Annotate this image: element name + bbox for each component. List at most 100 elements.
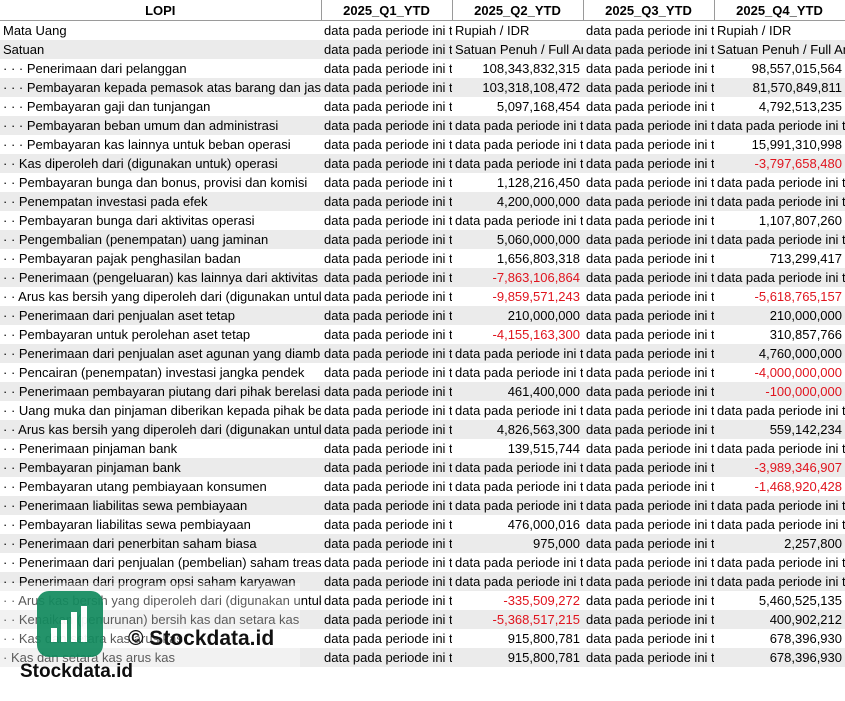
value-cell: data pada periode ini tidak tersedia (583, 173, 714, 192)
header-row: LOPI 2025_Q1_YTD 2025_Q2_YTD 2025_Q3_YTD… (0, 0, 845, 21)
value-cell: Satuan Penuh / Full Amount (452, 40, 583, 59)
financial-table: LOPI 2025_Q1_YTD 2025_Q2_YTD 2025_Q3_YTD… (0, 0, 845, 667)
value-cell: data pada periode ini tidak tersedia (714, 439, 845, 458)
value-cell: data pada periode ini tidak tersedia (321, 629, 452, 648)
value-cell: data pada periode ini tidak tersedia (583, 59, 714, 78)
value-cell: data pada periode ini tidak tersedia (321, 382, 452, 401)
row-label: · · Penerimaan (pengeluaran) kas lainnya… (0, 268, 321, 287)
value-cell: 4,826,563,300 (452, 420, 583, 439)
value-cell: data pada periode ini tidak tersedia (321, 325, 452, 344)
table-row[interactable]: · · · Pembayaran kas lainnya untuk beban… (0, 135, 845, 154)
value-cell: data pada periode ini tidak tersedia (452, 553, 583, 572)
row-label: · · Penerimaan dari penjualan aset tetap (0, 306, 321, 325)
table-row[interactable]: · · Penempatan investasi pada efek data p… (0, 192, 845, 211)
table-row[interactable]: · · Kas diperoleh dari (digunakan untuk)… (0, 154, 845, 173)
value-cell: data pada periode ini tidak tersedia (583, 135, 714, 154)
row-label: · · Uang muka dan pinjaman diberikan kep… (0, 401, 321, 420)
row-label: · · Arus kas bersih yang diperoleh dari … (0, 591, 321, 610)
value-cell: data pada periode ini tidak tersedia (321, 135, 452, 154)
value-cell: data pada periode ini tidak tersedia (321, 439, 452, 458)
value-cell: -9,859,571,243 (452, 287, 583, 306)
value-cell: data pada periode ini tidak tersedia (583, 382, 714, 401)
header-cell-q3[interactable]: 2025_Q3_YTD (583, 0, 715, 21)
table-row[interactable]: · · Penerimaan pinjaman bank data pada pe… (0, 439, 845, 458)
table-row[interactable]: · · Uang muka dan pinjaman diberikan kep… (0, 401, 845, 420)
row-label: · · Pengembalian (penempatan) uang jamin… (0, 230, 321, 249)
value-cell: data pada periode ini tidak tersedia (583, 496, 714, 515)
value-cell: 678,396,930 (714, 629, 845, 648)
table-row[interactable]: · · · Penerimaan dari pelanggan data pada… (0, 59, 845, 78)
header-cell-label[interactable]: LOPI (0, 0, 322, 21)
value-cell: data pada periode ini tidak tersedia (452, 572, 583, 591)
value-cell: -5,618,765,157 (714, 287, 845, 306)
header-cell-q2[interactable]: 2025_Q2_YTD (452, 0, 584, 21)
value-cell: data pada periode ini tidak tersedia (321, 59, 452, 78)
value-cell: data pada periode ini tidak tersedia (321, 591, 452, 610)
row-label: · · Penerimaan pinjaman bank (0, 439, 321, 458)
table-row[interactable]: · · Pencairan (penempatan) investasi jan… (0, 363, 845, 382)
value-cell: data pada periode ini tidak tersedia (321, 116, 452, 135)
value-cell: data pada periode ini tidak tersedia (714, 572, 845, 591)
table-row[interactable]: · · Pembayaran pajak penghasilan badan da… (0, 249, 845, 268)
table-row[interactable]: · · Pembayaran bunga dari aktivitas oper… (0, 211, 845, 230)
table-row[interactable]: · · Pembayaran liabilitas sewa pembiayaa… (0, 515, 845, 534)
row-label: · · Penerimaan dari penerbitan saham bia… (0, 534, 321, 553)
table-row[interactable]: Mata Uangdata pada periode ini tidak ter… (0, 20, 845, 40)
row-label: · Kas dan setara kas arus kas (0, 648, 321, 667)
table-row[interactable]: · · Penerimaan (pengeluaran) kas lainnya… (0, 268, 845, 287)
value-cell: data pada periode ini tidak tersedia (583, 515, 714, 534)
header-cell-q1[interactable]: 2025_Q1_YTD (321, 0, 453, 21)
table-row[interactable]: · · Pembayaran bunga dan bonus, provisi … (0, 173, 845, 192)
table-row[interactable]: · · Penerimaan dari penjualan aset tetap… (0, 306, 845, 325)
value-cell: data pada periode ini tidak tersedia (583, 534, 714, 553)
value-cell: data pada periode ini tidak tersedia (583, 154, 714, 173)
value-cell: data pada periode ini tidak tersedia (321, 515, 452, 534)
row-label: · · · Pembayaran kas lainnya untuk beban… (0, 135, 321, 154)
row-label: · · Arus kas bersih yang diperoleh dari … (0, 287, 321, 306)
table-row[interactable]: · · Arus kas bersih yang diperoleh dari … (0, 287, 845, 306)
value-cell: data pada periode ini tidak tersedia (321, 287, 452, 306)
table-row[interactable]: · · · Pembayaran gaji dan tunjangan data … (0, 97, 845, 116)
table-row[interactable]: · · Kenaikan (penurunan) bersih kas dan … (0, 610, 845, 629)
value-cell: 713,299,417 (714, 249, 845, 268)
value-cell: data pada periode ini tidak tersedia (583, 268, 714, 287)
value-cell: 678,396,930 (714, 648, 845, 667)
table-row[interactable]: · · Penerimaan dari penjualan aset aguna… (0, 344, 845, 363)
table-row[interactable]: · · Penerimaan dari penerbitan saham bia… (0, 534, 845, 553)
value-cell: 476,000,016 (452, 515, 583, 534)
table-row[interactable]: · · Penerimaan dari penjualan (pembelian… (0, 553, 845, 572)
row-label: · · Penempatan investasi pada efek (0, 192, 321, 211)
value-cell: data pada periode ini tidak tersedia (583, 401, 714, 420)
table-row[interactable]: · · Penerimaan pembayaran piutang dari p… (0, 382, 845, 401)
value-cell: data pada periode ini tidak tersedia (452, 344, 583, 363)
table-row[interactable]: · · Penerimaan dari program opsi saham k… (0, 572, 845, 591)
value-cell: 81,570,849,811 (714, 78, 845, 97)
header-cell-q4[interactable]: 2025_Q4_YTD (714, 0, 845, 21)
value-cell: -3,797,658,480 (714, 154, 845, 173)
row-label: · · Penerimaan dari penjualan aset aguna… (0, 344, 321, 363)
value-cell: data pada periode ini tidak tersedia (452, 154, 583, 173)
value-cell: data pada periode ini tidak tersedia (321, 249, 452, 268)
row-label: · · Pembayaran untuk perolehan aset teta… (0, 325, 321, 344)
table-row[interactable]: Satuandata pada periode ini tidak tersed… (0, 40, 845, 59)
table-row[interactable]: · · Arus kas bersih yang diperoleh dari … (0, 591, 845, 610)
table-row[interactable]: · · Pembayaran untuk perolehan aset teta… (0, 325, 845, 344)
table-row[interactable]: · · Pengembalian (penempatan) uang jamin… (0, 230, 845, 249)
value-cell: data pada periode ini tidak tersedia (321, 477, 452, 496)
value-cell: data pada periode ini tidak tersedia (714, 515, 845, 534)
table-row[interactable]: · · · Pembayaran beban umum dan administ… (0, 116, 845, 135)
value-cell: 1,128,216,450 (452, 173, 583, 192)
table-row[interactable]: · · Pembayaran utang pembiayaan konsumen… (0, 477, 845, 496)
value-cell: data pada periode ini tidak tersedia (452, 116, 583, 135)
table-row[interactable]: · · Pembayaran pinjaman bank data pada pe… (0, 458, 845, 477)
table-row[interactable]: · · · Pembayaran kepada pemasok atas bar… (0, 78, 845, 97)
value-cell: data pada periode ini tidak tersedia (714, 173, 845, 192)
table-row[interactable]: · · Penerimaan liabilitas sewa pembiayaa… (0, 496, 845, 515)
value-cell: data pada periode ini tidak tersedia (321, 363, 452, 382)
value-cell: data pada periode ini tidak tersedia (714, 496, 845, 515)
value-cell: data pada periode ini tidak tersedia (583, 572, 714, 591)
table-row[interactable]: · · Arus kas bersih yang diperoleh dari … (0, 420, 845, 439)
table-row[interactable]: · · Kas dan setara kas arus kas data pada… (0, 629, 845, 648)
table-row[interactable]: · Kas dan setara kas arus kas data pada p… (0, 648, 845, 667)
value-cell: data pada periode ini tidak tersedia (321, 230, 452, 249)
